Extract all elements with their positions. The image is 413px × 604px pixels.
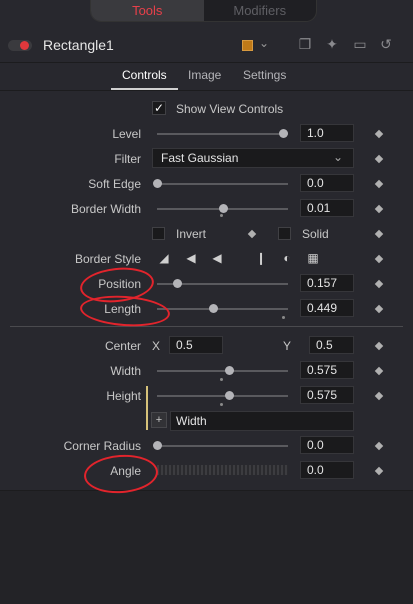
width-slider[interactable] — [157, 366, 288, 375]
border-style-bevel-icon[interactable]: ◢ — [157, 251, 171, 265]
width-label: Width — [110, 364, 141, 378]
border-width-label: Border Width — [70, 202, 141, 216]
width-slider-knob[interactable] — [225, 366, 234, 375]
default-marker — [220, 403, 223, 406]
annotation-circle-length — [79, 292, 171, 330]
filter-dropdown[interactable]: Fast Gaussian ⌄ — [152, 148, 354, 168]
solid-label: Solid — [302, 227, 329, 241]
length-slider[interactable] — [157, 304, 288, 313]
height-field[interactable]: 0.575 — [300, 386, 354, 404]
level-slider[interactable] — [157, 129, 288, 138]
soft-edge-label: Soft Edge — [88, 177, 141, 191]
position-keyframe-icon[interactable] — [374, 279, 384, 289]
border-style-miter-icon[interactable]: ◀ — [210, 251, 224, 265]
position-slider[interactable] — [157, 279, 288, 288]
toggle-dot — [20, 41, 29, 50]
height-keyframe-icon[interactable] — [374, 391, 384, 401]
node-color-swatch[interactable] — [242, 40, 253, 51]
default-marker — [282, 316, 285, 319]
height-slider-knob[interactable] — [225, 391, 234, 400]
width-field[interactable]: 0.575 — [300, 361, 354, 379]
angle-field[interactable]: 0.0 — [300, 461, 354, 479]
center-x-field[interactable]: 0.5 — [169, 336, 223, 354]
show-view-controls-checkbox[interactable]: ✓ — [152, 101, 166, 115]
center-y-field[interactable]: 0.5 — [309, 336, 354, 354]
length-slider-knob[interactable] — [209, 304, 218, 313]
default-marker — [220, 378, 223, 381]
soft-edge-field[interactable]: 0.0 — [300, 174, 354, 192]
center-label: Center — [104, 339, 141, 353]
border-style-round-icon[interactable]: ◀ — [184, 251, 198, 265]
filter-keyframe-icon[interactable] — [374, 154, 384, 164]
angle-thumbwheel[interactable] — [157, 465, 288, 475]
add-link-button[interactable]: + — [151, 412, 167, 428]
corner-radius-slider-knob[interactable] — [153, 441, 162, 450]
length-keyframe-icon[interactable] — [374, 304, 384, 314]
corner-radius-keyframe-icon[interactable] — [374, 441, 384, 451]
linked-control-field[interactable]: Width — [170, 411, 354, 431]
level-slider-knob[interactable] — [279, 129, 288, 138]
chevron-down-icon[interactable]: ⌄ — [259, 36, 269, 50]
window-icon[interactable]: ❐ — [296, 35, 314, 53]
tab-tools[interactable]: Tools — [91, 0, 204, 21]
border-style-keyframe-icon[interactable] — [374, 254, 384, 264]
invert-keyframe-icon[interactable] — [247, 229, 257, 239]
link-indicator — [146, 386, 148, 430]
tab-modifiers[interactable]: Modifiers — [204, 0, 317, 21]
top-tab-bar: Tools Modifiers — [90, 0, 317, 22]
tab-settings[interactable]: Settings — [243, 68, 286, 82]
border-cap-round-icon[interactable]: ◐ — [280, 251, 294, 265]
empty-panel-area — [0, 490, 413, 604]
solid-keyframe-icon[interactable] — [374, 229, 384, 239]
pin-icon[interactable]: ✦ — [323, 35, 341, 53]
node-title: Rectangle1 — [43, 37, 114, 53]
soft-edge-slider-knob[interactable] — [153, 179, 162, 188]
border-width-slider[interactable] — [157, 204, 288, 213]
center-y-label: Y — [283, 339, 292, 353]
border-width-keyframe-icon[interactable] — [374, 204, 384, 214]
border-cap-square-icon[interactable]: ▦ — [306, 251, 320, 265]
filter-value: Fast Gaussian — [161, 151, 239, 165]
position-field[interactable]: 0.157 — [300, 274, 354, 292]
center-x-label: X — [152, 339, 161, 353]
default-marker — [220, 214, 223, 217]
show-view-controls-label: Show View Controls — [176, 102, 284, 116]
section-divider — [10, 326, 403, 327]
invert-checkbox[interactable] — [152, 227, 165, 240]
level-label: Level — [112, 127, 141, 141]
border-width-field[interactable]: 0.01 — [300, 199, 354, 217]
node-enable-toggle[interactable] — [8, 40, 32, 51]
height-slider[interactable] — [157, 391, 288, 400]
level-keyframe-icon[interactable] — [374, 129, 384, 139]
width-keyframe-icon[interactable] — [374, 366, 384, 376]
active-tab-indicator — [111, 88, 178, 90]
border-cap-flat-icon[interactable]: ❙ — [254, 251, 268, 265]
tab-controls[interactable]: Controls — [122, 68, 167, 82]
soft-edge-slider[interactable] — [153, 179, 288, 188]
tab-image[interactable]: Image — [188, 68, 221, 82]
corner-radius-slider[interactable] — [153, 441, 288, 450]
center-keyframe-icon[interactable] — [374, 341, 384, 351]
reset-icon[interactable]: ↺ — [377, 35, 395, 53]
border-style-label: Border Style — [74, 252, 141, 266]
chevron-down-icon: ⌄ — [332, 150, 343, 164]
soft-edge-keyframe-icon[interactable] — [374, 179, 384, 189]
height-label: Height — [106, 389, 141, 403]
solid-checkbox[interactable] — [278, 227, 291, 240]
angle-keyframe-icon[interactable] — [374, 466, 384, 476]
corner-radius-field[interactable]: 0.0 — [300, 436, 354, 454]
border-width-slider-knob[interactable] — [219, 204, 228, 213]
position-slider-knob[interactable] — [173, 279, 182, 288]
level-field[interactable]: 1.0 — [300, 124, 354, 142]
lock-icon[interactable]: ▭ — [351, 35, 369, 53]
length-field[interactable]: 0.449 — [300, 299, 354, 317]
invert-label: Invert — [176, 227, 207, 241]
corner-radius-label: Corner Radius — [63, 439, 141, 453]
filter-label: Filter — [114, 152, 141, 166]
